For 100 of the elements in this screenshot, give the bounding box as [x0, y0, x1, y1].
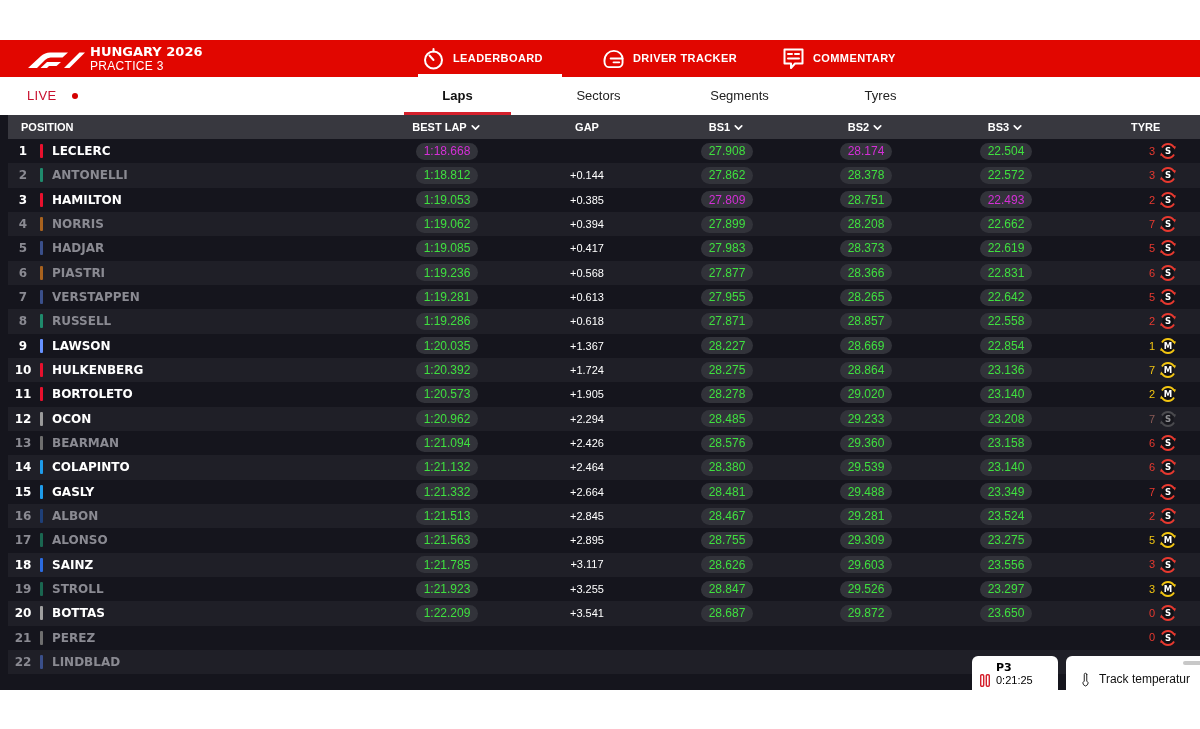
sector-time: 23.524	[979, 507, 1033, 525]
session-card[interactable]: P3 0:21:25	[972, 656, 1058, 690]
view-tab[interactable]: Sectors	[545, 77, 652, 115]
sector-time: 22.572	[979, 167, 1033, 184]
gap-value: +0.618	[570, 314, 604, 330]
gap-value: +2.426	[570, 435, 604, 451]
tyre-laps: 3	[1149, 143, 1156, 159]
sector-time: 27.862	[700, 167, 754, 184]
position-number: 3	[18, 191, 28, 209]
gap-value: +1.367	[570, 338, 604, 354]
best-lap-time: 1:22.209	[415, 604, 479, 622]
tyre-laps: 7	[1149, 484, 1156, 500]
sector-time: 28.467	[700, 507, 754, 525]
sector-time: 29.488	[839, 483, 893, 501]
view-tab[interactable]: Segments	[686, 77, 793, 115]
driver-name: STROLL	[52, 581, 104, 599]
tyre-laps: 6	[1149, 460, 1156, 476]
tyre-laps: 7	[1149, 216, 1156, 232]
sector-time: 28.208	[839, 215, 893, 233]
column-header[interactable]: BS2	[847, 118, 885, 136]
best-lap-time: 1:19.281	[415, 288, 479, 306]
position-number: 12	[14, 410, 32, 428]
sector-time: 28.626	[700, 556, 754, 574]
position-number: 22	[14, 654, 32, 672]
best-lap-time: 1:21.563	[415, 531, 479, 549]
best-lap-time: 1:21.785	[415, 556, 479, 574]
position-number: 20	[14, 605, 32, 623]
sector-time: 28.174	[839, 142, 893, 160]
tyre-laps: 3	[1149, 581, 1156, 597]
position-number: 15	[14, 483, 32, 501]
column-header: POSITION	[21, 119, 74, 135]
event-title: HUNGARY 2026	[90, 43, 203, 59]
column-header: GAP	[575, 119, 599, 135]
column-header[interactable]: BS3	[987, 118, 1025, 136]
sector-time: 27.871	[700, 312, 754, 330]
sector-time: 27.908	[700, 142, 754, 160]
position-number: 10	[14, 362, 32, 380]
best-lap-time: 1:21.332	[415, 483, 479, 501]
gap-value: +0.417	[570, 241, 604, 257]
nav-tab[interactable]: COMMENTARY	[778, 40, 922, 77]
tyre-laps: 6	[1149, 435, 1156, 451]
driver-name: ALONSO	[52, 532, 108, 550]
track-card[interactable]: Track temperatur	[1066, 656, 1200, 690]
gap-value: +0.568	[570, 265, 604, 281]
position-number: 8	[18, 313, 28, 331]
sector-time: 28.751	[839, 191, 893, 209]
position-number: 6	[18, 264, 28, 282]
sector-time: 28.227	[700, 337, 754, 355]
column-header[interactable]: BS1	[708, 118, 746, 136]
best-lap-time: 1:19.085	[415, 239, 479, 257]
driver-name: LECLERC	[52, 143, 111, 161]
gap-value: +3.255	[570, 581, 604, 597]
sector-time: 23.136	[979, 361, 1033, 379]
gap-value: +3.541	[570, 606, 604, 622]
driver-name: NORRIS	[52, 216, 104, 234]
stopwatch-icon	[423, 47, 444, 70]
sector-time: 29.526	[839, 580, 893, 598]
driver-name: BOTTAS	[52, 605, 105, 623]
best-lap-time: 1:19.236	[415, 264, 479, 282]
sector-time: 29.539	[839, 458, 893, 476]
sector-time: 28.687	[700, 604, 754, 622]
nav-tab[interactable]: DRIVER TRACKER	[598, 40, 742, 77]
position-number: 11	[14, 386, 32, 404]
sector-time: 29.603	[839, 556, 893, 574]
best-lap-time: 1:20.035	[415, 337, 479, 355]
logo	[28, 51, 85, 68]
best-lap-time: 1:21.923	[415, 580, 479, 598]
sector-time: 28.857	[839, 312, 893, 330]
sector-time: 23.158	[979, 434, 1033, 452]
position-number: 2	[18, 167, 28, 185]
sector-time: 28.380	[700, 458, 754, 476]
driver-name: LAWSON	[52, 337, 111, 355]
position-number: 17	[14, 532, 32, 550]
tyre-laps: 5	[1149, 241, 1156, 257]
best-lap-time: 1:20.573	[415, 385, 479, 403]
best-lap-time: 1:19.286	[415, 312, 479, 330]
column-header[interactable]: BEST LAP	[412, 118, 482, 136]
sector-time: 29.281	[839, 507, 893, 525]
view-tab[interactable]: Tyres	[827, 77, 934, 115]
driver-name: RUSSELL	[52, 313, 112, 331]
tyre-laps: 3	[1149, 168, 1156, 184]
position-number: 9	[18, 337, 28, 355]
tyre-laps: 2	[1149, 192, 1156, 208]
sector-time: 27.877	[700, 264, 754, 282]
sector-time: 28.373	[839, 239, 893, 257]
tyre-laps: 2	[1149, 387, 1156, 403]
sector-time: 28.278	[700, 385, 754, 403]
gap-value: +2.294	[570, 411, 604, 427]
sector-time: 28.481	[700, 483, 754, 501]
track-temperature-label: Track temperatur	[1099, 671, 1190, 688]
tyre-laps: 2	[1149, 314, 1156, 330]
column-header: TYRE	[1131, 119, 1161, 135]
best-lap-time: 1:21.513	[415, 507, 479, 525]
driver-name: ALBON	[52, 508, 99, 526]
driver-name: OCON	[52, 410, 92, 428]
tyre-laps: 5	[1149, 289, 1156, 305]
sector-time: 23.140	[979, 385, 1033, 403]
tyre-laps: 7	[1149, 411, 1156, 427]
gap-value: +1.724	[570, 362, 604, 378]
sector-time: 23.208	[979, 410, 1033, 428]
